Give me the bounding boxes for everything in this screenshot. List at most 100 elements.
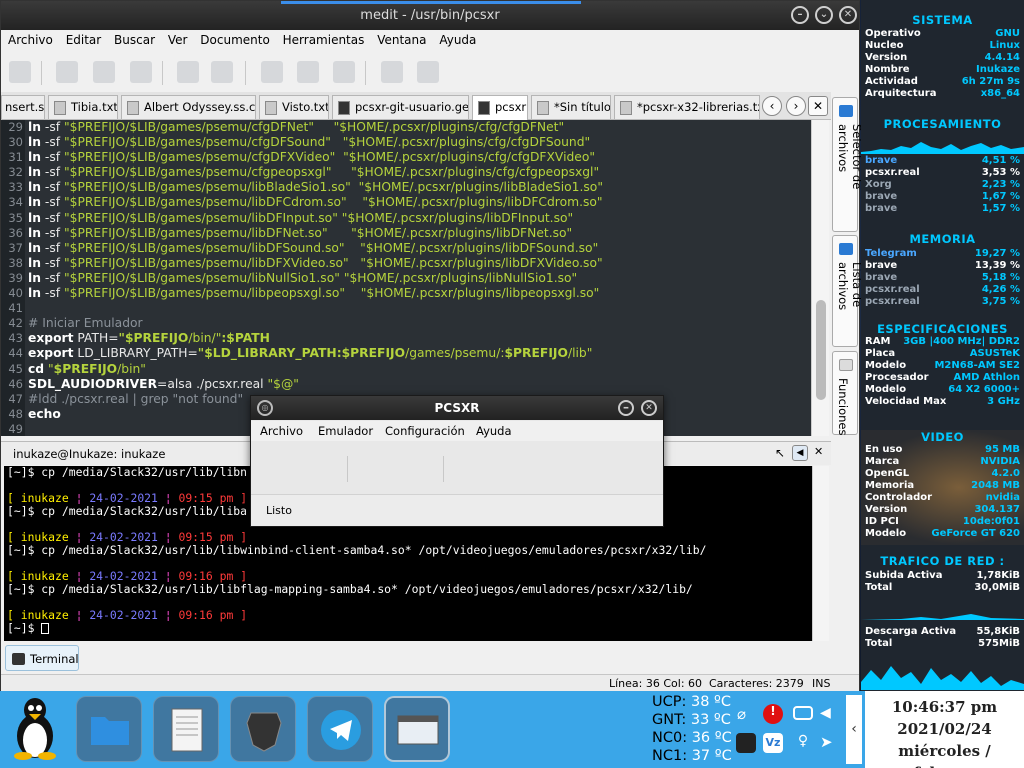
open-icon[interactable] — [56, 61, 78, 83]
maximize-button[interactable]: ⌄ — [815, 6, 833, 24]
code-line: ln -sf "$PREFIJO/$LIB/games/psemu/cfgDFX… — [28, 150, 808, 165]
pcsxr-title-bar[interactable]: ◎ PCSXR – ✕ — [251, 396, 663, 420]
display-icon[interactable] — [793, 706, 813, 720]
menu-archivo[interactable]: Archivo — [1, 30, 53, 47]
conky-value: 19,27 % — [974, 248, 1020, 259]
conky-key: Memoria — [865, 480, 915, 491]
copy-icon[interactable] — [297, 61, 319, 83]
pcsxr-menu-configuracion[interactable]: Configuración — [385, 424, 465, 438]
telegram-tray-icon[interactable]: ➤ — [820, 733, 840, 753]
side-tab-selector-archivos[interactable]: Selector de archivos — [832, 97, 864, 232]
find-icon[interactable] — [381, 61, 403, 83]
side-tab-lista-archivos[interactable]: Lista de archivos — [832, 235, 864, 347]
code-token: "$PREFIJO/$LIB/games/psemu/libDFCdrom.so… — [63, 195, 347, 210]
code-area[interactable]: ln -sf "$PREFIJO/$LIB/games/psemu/cfgDFN… — [28, 120, 808, 422]
pcsxr-close-button[interactable]: ✕ — [641, 400, 657, 416]
conky-row: brave 4,51 % — [865, 155, 1020, 167]
side-panel: Selector de archivos Lista de archivos F… — [831, 92, 864, 692]
conky-row: Controlador nvidia — [865, 492, 1020, 504]
scroll-thumb[interactable] — [816, 300, 826, 400]
pcsxr-menu-ayuda[interactable]: Ayuda — [476, 424, 512, 438]
alert-icon[interactable]: ! — [763, 704, 783, 724]
tab-insert-sh[interactable]: nsert.sh — [1, 95, 45, 119]
detach-terminal-button[interactable]: ◀ — [792, 445, 808, 461]
cut-icon[interactable] — [261, 61, 283, 83]
tab-pcsxr-x32[interactable]: *pcsxr-x32-librerias.txt — [614, 95, 760, 119]
code-token: /lib" — [567, 346, 593, 361]
menu-ver[interactable]: Ver — [161, 30, 188, 47]
toolbar-separator — [245, 61, 246, 85]
title-bar[interactable]: medit - /usr/bin/pcsxr – ⌄ ✕ — [1, 1, 859, 30]
files-launcher[interactable] — [76, 696, 142, 762]
code-token: -sf — [40, 210, 64, 225]
terminal-user: [ inukaze — [7, 491, 69, 505]
file-icon — [620, 101, 632, 115]
pcsxr-minimize-button[interactable]: – — [618, 400, 634, 416]
menu-editar[interactable]: Editar — [59, 30, 102, 47]
tab-tibia[interactable]: Tibia.txt — [48, 95, 118, 119]
undo-icon[interactable] — [177, 61, 199, 83]
menu-ventana[interactable]: Ventana — [370, 30, 426, 47]
tab-visto[interactable]: Visto.txt — [259, 95, 329, 119]
conky-value: 95 MB — [985, 444, 1020, 455]
text-editor-launcher[interactable] — [153, 696, 219, 762]
bulb-icon[interactable]: ♀ — [793, 733, 813, 753]
terminal-tray-icon[interactable] — [736, 733, 756, 753]
close-terminal-button[interactable]: ✕ — [814, 445, 823, 458]
tux-icon[interactable] — [8, 696, 62, 760]
volume-icon[interactable]: ◀ — [820, 705, 840, 725]
conky-key: Telegram — [865, 248, 917, 259]
conky-key: RAM — [865, 336, 891, 347]
vz-icon[interactable]: Vz — [763, 733, 783, 753]
telegram-icon — [321, 710, 361, 750]
telegram-launcher[interactable] — [307, 696, 373, 762]
pcsxr-menu-archivo[interactable]: Archivo — [260, 424, 303, 438]
pcsxr-menu-emulador[interactable]: Emulador — [318, 424, 373, 438]
menu-herramientas[interactable]: Herramientas — [276, 30, 365, 47]
save-icon[interactable] — [93, 61, 115, 83]
menu-documento[interactable]: Documento — [193, 30, 270, 47]
minimize-button[interactable]: – — [791, 6, 809, 24]
code-editor[interactable]: 29 30 31 32 33 34 35 36 37 38 39 40 41 42 43 44 45 46 47 48… — [1, 120, 811, 436]
conky-row: Version 304.137 — [865, 504, 1020, 516]
redo-icon[interactable] — [211, 61, 233, 83]
new-icon[interactable] — [9, 61, 31, 83]
tab-pcsxr-git[interactable]: pcsxr-git-usuario.geb — [332, 95, 469, 119]
editor-scrollbar[interactable] — [811, 120, 829, 436]
close-tab-button[interactable]: ✕ — [808, 96, 828, 116]
conky-key: Modelo — [865, 384, 907, 395]
clip-icon[interactable]: ⌀ — [737, 705, 757, 725]
brave-launcher[interactable] — [230, 696, 296, 762]
clock[interactable]: 10:46:37 pm 2021/02/24 miércoles / febre… — [865, 691, 1024, 768]
conky-key: Placa — [865, 348, 896, 359]
terminal-separator: ¦ — [157, 608, 179, 622]
tools-icon[interactable] — [417, 61, 439, 83]
menu-ayuda[interactable]: Ayuda — [432, 30, 476, 47]
tab-albert-odyssey[interactable]: Albert Odyssey.ss.cfg — [121, 95, 256, 119]
conky-key: brave — [865, 272, 898, 283]
paste-icon[interactable] — [333, 61, 355, 83]
conky-row: Arquitectura x86_64 — [865, 88, 1020, 100]
tray-collapse-button[interactable]: ‹ — [846, 695, 862, 764]
close-button[interactable]: ✕ — [839, 6, 857, 24]
line-number: 32 — [8, 165, 23, 180]
tab-sin-titulo[interactable]: *Sin título — [531, 95, 611, 119]
tab-scroll-right-button[interactable]: › — [786, 96, 806, 116]
tab-scroll-left-button[interactable]: ‹ — [762, 96, 782, 116]
save-as-icon[interactable] — [130, 61, 152, 83]
terminal-command: cp /media/Slack32/usr/lib/libflag-mappin… — [34, 582, 693, 596]
upload-graph — [861, 614, 1024, 620]
code-token: PATH= — [73, 331, 119, 346]
temp-label: NC0: — [652, 730, 688, 746]
status-bar: Línea: 36 Col: 60 Caracteres: 2379 INS — [1, 674, 859, 691]
side-tab-funciones[interactable]: Funciones — [832, 351, 858, 435]
terminal-file-icon — [338, 101, 350, 115]
terminal-scrollbar[interactable] — [812, 466, 829, 641]
terminal-toggle-button[interactable]: Terminal — [5, 645, 79, 671]
code-token: ln — [28, 225, 41, 240]
window-launcher[interactable] — [384, 696, 450, 762]
tab-pcsxr[interactable]: pcsxr — [472, 95, 528, 120]
menu-buscar[interactable]: Buscar — [107, 30, 155, 47]
terminal-separator: ¦ — [68, 608, 90, 622]
